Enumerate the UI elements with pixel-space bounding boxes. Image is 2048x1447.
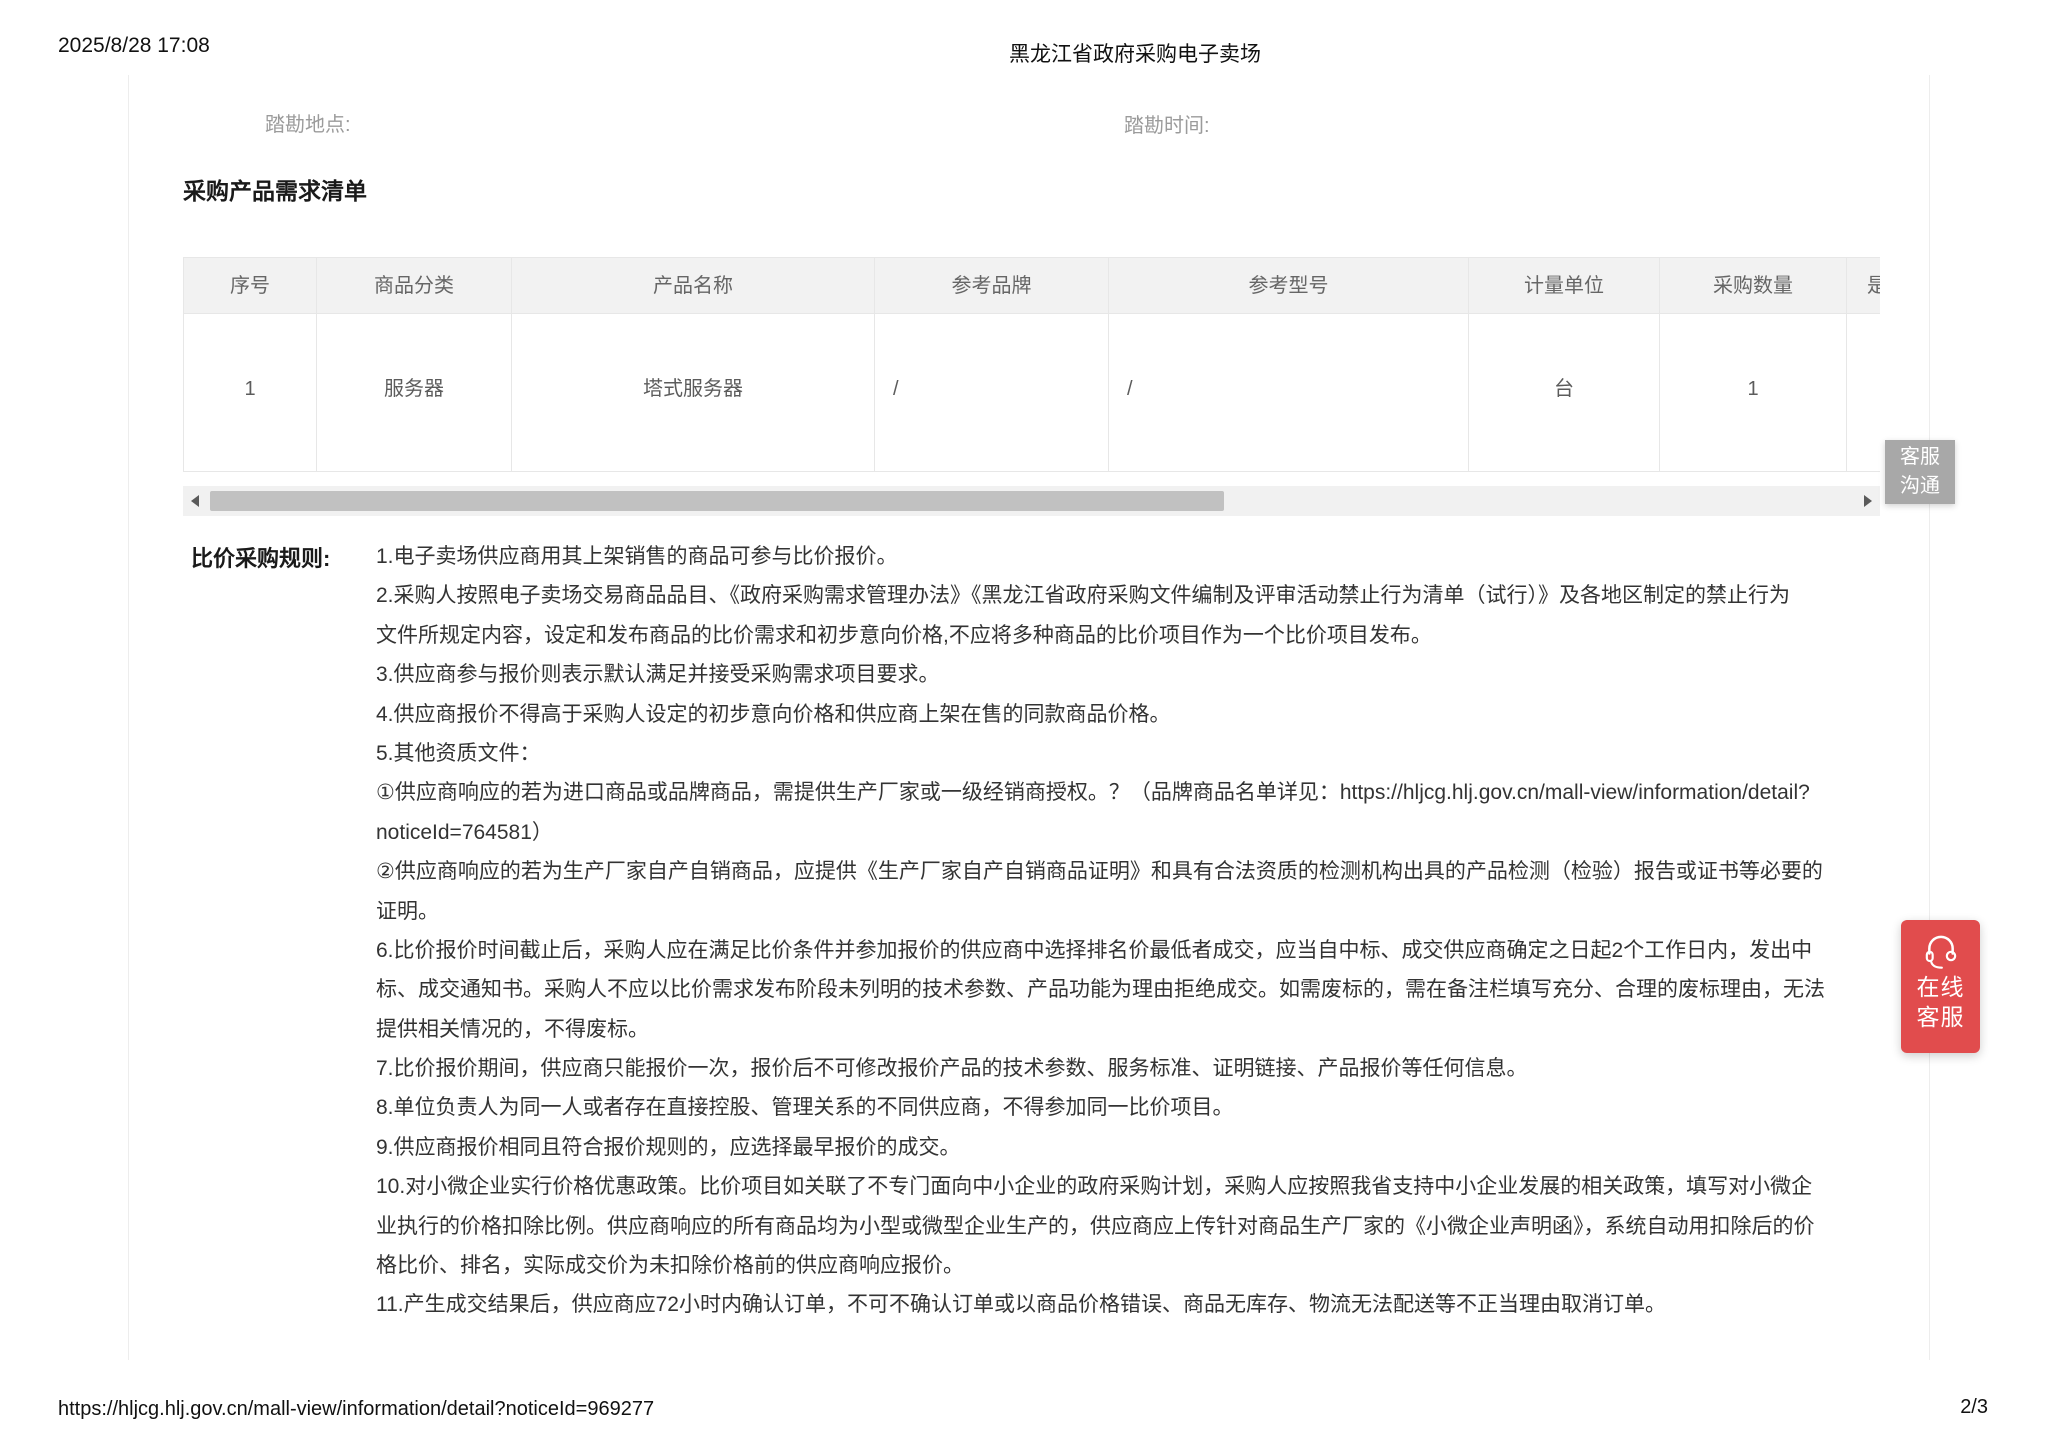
rules-text: 1.电子卖场供应商用其上架销售的商品可参与比价报价。 2.采购人按照电子卖场交易… <box>376 537 1921 1325</box>
rule-line: 业执行的价格扣除比例。供应商响应的所有商品均为小型或微型企业生产的，供应商应上传… <box>376 1207 1921 1246</box>
rule-line: 6.比价报价时间截止后，采购人应在满足比价条件并参加报价的供应商中选择排名价最低… <box>376 931 1921 970</box>
scroll-left-icon[interactable] <box>191 495 199 507</box>
rule-line: 7.比价报价期间，供应商只能报价一次，报价后不可修改报价产品的技术参数、服务标准… <box>376 1049 1921 1088</box>
rule-line: 2.采购人按照电子卖场交易商品品目、《政府采购需求管理办法》《黑龙江省政府采购文… <box>376 576 1921 615</box>
chat-badge-line2: 沟通 <box>1885 472 1955 501</box>
rule-line: 标、成交通知书。采购人不应以比价需求发布阶段未列明的技术参数、产品功能为理由拒绝… <box>376 970 1921 1009</box>
page: 2025/8/28 17:08 黑龙江省政府采购电子卖场 踏勘地点: 踏勘时间:… <box>0 0 2048 1447</box>
rule-line: 10.对小微企业实行价格优惠政策。比价项目如关联了不专门面向中小企业的政府采购计… <box>376 1167 1921 1206</box>
cell-index: 1 <box>184 314 317 471</box>
rules-label: 比价采购规则: <box>191 541 330 573</box>
cell-brand: / <box>875 314 1109 471</box>
rule-line: 9.供应商报价相同且符合报价规则的，应选择最早报价的成交。 <box>376 1128 1921 1167</box>
product-table: 序号 商品分类 产品名称 参考品牌 参考型号 计量单位 采购数量 是 1 服务器… <box>183 257 1880 472</box>
rule-line: 文件所规定内容，设定和发布商品的比价需求和初步意向价格,不应将多种商品的比价项目… <box>376 616 1921 655</box>
col-header-index: 序号 <box>184 258 317 314</box>
chat-badge[interactable]: 客服 沟通 <box>1885 440 1955 504</box>
table-row: 1 服务器 塔式服务器 / / 台 1 <box>184 314 1880 471</box>
online-service-badge[interactable]: 在线 客服 <box>1901 920 1980 1053</box>
table-header-row: 序号 商品分类 产品名称 参考品牌 参考型号 计量单位 采购数量 是 <box>184 258 1880 314</box>
rule-line: 5.其他资质文件： <box>376 734 1921 773</box>
chat-badge-line1: 客服 <box>1885 443 1955 472</box>
col-header-brand: 参考品牌 <box>875 258 1109 314</box>
col-header-category: 商品分类 <box>317 258 512 314</box>
online-badge-line1: 在线 <box>1917 972 1965 1002</box>
col-header-model: 参考型号 <box>1109 258 1469 314</box>
rule-line: 证明。 <box>376 892 1921 931</box>
cell-unit: 台 <box>1469 314 1660 471</box>
col-header-unit: 计量单位 <box>1469 258 1660 314</box>
scroll-right-icon[interactable] <box>1864 495 1872 507</box>
rule-line: 格比价、排名，实际成交价为未扣除价格前的供应商响应报价。 <box>376 1246 1921 1285</box>
survey-location-label: 踏勘地点: <box>265 108 351 137</box>
rule-line: noticeId=764581） <box>376 813 1921 852</box>
col-header-clipped: 是 <box>1847 258 1880 314</box>
col-header-quantity: 采购数量 <box>1660 258 1847 314</box>
col-header-product: 产品名称 <box>512 258 875 314</box>
footer-url: https://hljcg.hlj.gov.cn/mall-view/infor… <box>58 1398 654 1421</box>
rule-line: 4.供应商报价不得高于采购人设定的初步意向价格和供应商上架在售的同款商品价格。 <box>376 695 1921 734</box>
rule-line: 11.产生成交结果后，供应商应72小时内确认订单，不可不确认订单或以商品价格错误… <box>376 1285 1921 1324</box>
cell-clipped <box>1847 314 1880 471</box>
headset-icon <box>1921 930 1961 972</box>
online-badge-line2: 客服 <box>1917 1002 1965 1032</box>
rule-line: ②供应商响应的若为生产厂家自产自销商品，应提供《生产厂家自产自销商品证明》和具有… <box>376 852 1921 891</box>
cell-quantity: 1 <box>1660 314 1847 471</box>
cell-product: 塔式服务器 <box>512 314 875 471</box>
print-datetime: 2025/8/28 17:08 <box>58 34 210 58</box>
rule-line: 1.电子卖场供应商用其上架销售的商品可参与比价报价。 <box>376 537 1921 576</box>
cell-model: / <box>1109 314 1469 471</box>
page-title: 黑龙江省政府采购电子卖场 <box>1009 38 1261 68</box>
section-heading: 采购产品需求清单 <box>183 172 367 206</box>
rule-line: 提供相关情况的，不得废标。 <box>376 1010 1921 1049</box>
rule-line: ①供应商响应的若为进口商品或品牌商品，需提供生产厂家或一级经销商授权。？（品牌商… <box>376 773 1921 812</box>
survey-time-label: 踏勘时间: <box>1124 109 1210 138</box>
rule-line: 8.单位负责人为同一人或者存在直接控股、管理关系的不同供应商，不得参加同一比价项… <box>376 1088 1921 1127</box>
cell-category: 服务器 <box>317 314 512 471</box>
rule-line: 3.供应商参与报价则表示默认满足并接受采购需求项目要求。 <box>376 655 1921 694</box>
horizontal-scrollbar[interactable] <box>183 486 1880 516</box>
page-indicator: 2/3 <box>1960 1396 1988 1419</box>
scrollbar-thumb[interactable] <box>210 491 1224 511</box>
